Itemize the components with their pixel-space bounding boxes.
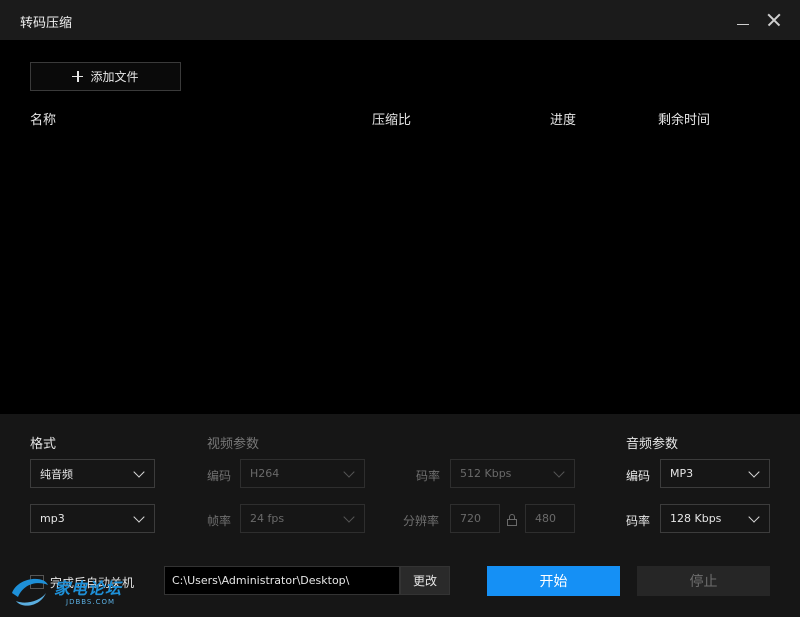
watermark-sub: JDBBS.COM [66,598,116,606]
column-remaining-time: 剩余时间 [658,113,711,128]
resolution-height-value: 480 [535,512,556,525]
video-codec-select[interactable]: H264 [240,459,365,488]
chevron-down-icon [748,511,760,523]
audio-codec-label: 编码 [626,469,651,483]
watermark-text: 家电论坛 [54,579,123,598]
video-codec-label: 编码 [207,469,232,483]
close-icon[interactable] [764,10,784,30]
stop-button[interactable]: 停止 [637,566,770,596]
window-title: 转码压缩 [20,16,73,31]
add-file-label: 添加文件 [90,70,139,84]
video-fps-label: 帧率 [207,514,232,528]
chevron-down-icon [343,511,355,523]
plus-icon [72,71,84,82]
audio-bitrate-value: 128 Kbps [670,512,722,525]
output-path-field[interactable]: C:\Users\Administrator\Desktop\ [164,566,400,595]
column-name: 名称 [30,113,57,128]
format-title: 格式 [30,437,57,452]
audio-params-title: 音频参数 [626,437,679,452]
resolution-label: 分辨率 [403,514,440,528]
video-codec-value: H264 [250,467,280,480]
resolution-width-input[interactable]: 720 [450,504,500,533]
resolution-height-input[interactable]: 480 [525,504,575,533]
column-ratio: 压缩比 [372,113,412,128]
watermark-logo: 家电论坛 JDBBS.COM [8,571,138,611]
column-progress: 进度 [550,113,577,128]
chevron-down-icon [133,511,145,523]
video-params-title: 视频参数 [207,437,260,452]
title-bar: 转码压缩 [0,0,800,40]
audio-codec-value: MP3 [670,467,694,480]
chevron-down-icon [748,466,760,478]
audio-bitrate-select[interactable]: 128 Kbps [660,504,770,533]
format-type-select[interactable]: 纯音频 [30,459,155,488]
format-ext-select[interactable]: mp3 [30,504,155,533]
video-fps-select[interactable]: 24 fps [240,504,365,533]
output-path-value: C:\Users\Administrator\Desktop\ [172,574,350,587]
minimize-icon[interactable] [733,10,753,30]
start-button[interactable]: 开始 [487,566,620,596]
video-fps-value: 24 fps [250,512,285,525]
chevron-down-icon [133,466,145,478]
resolution-width-value: 720 [460,512,481,525]
watermark-swoosh-icon [12,578,48,606]
format-type-value: 纯音频 [40,467,73,481]
audio-codec-select[interactable]: MP3 [660,459,770,488]
change-path-button[interactable]: 更改 [400,566,450,595]
chevron-down-icon [553,466,565,478]
audio-bitrate-label: 码率 [626,514,651,528]
video-bitrate-value: 512 Kbps [460,467,512,480]
add-file-button[interactable]: 添加文件 [30,62,181,91]
video-bitrate-select[interactable]: 512 Kbps [450,459,575,488]
file-list: 添加文件 名称 压缩比 进度 剩余时间 [0,40,800,414]
video-bitrate-label: 码率 [416,469,441,483]
lock-icon[interactable] [507,514,517,526]
format-ext-value: mp3 [40,512,65,525]
chevron-down-icon [343,466,355,478]
